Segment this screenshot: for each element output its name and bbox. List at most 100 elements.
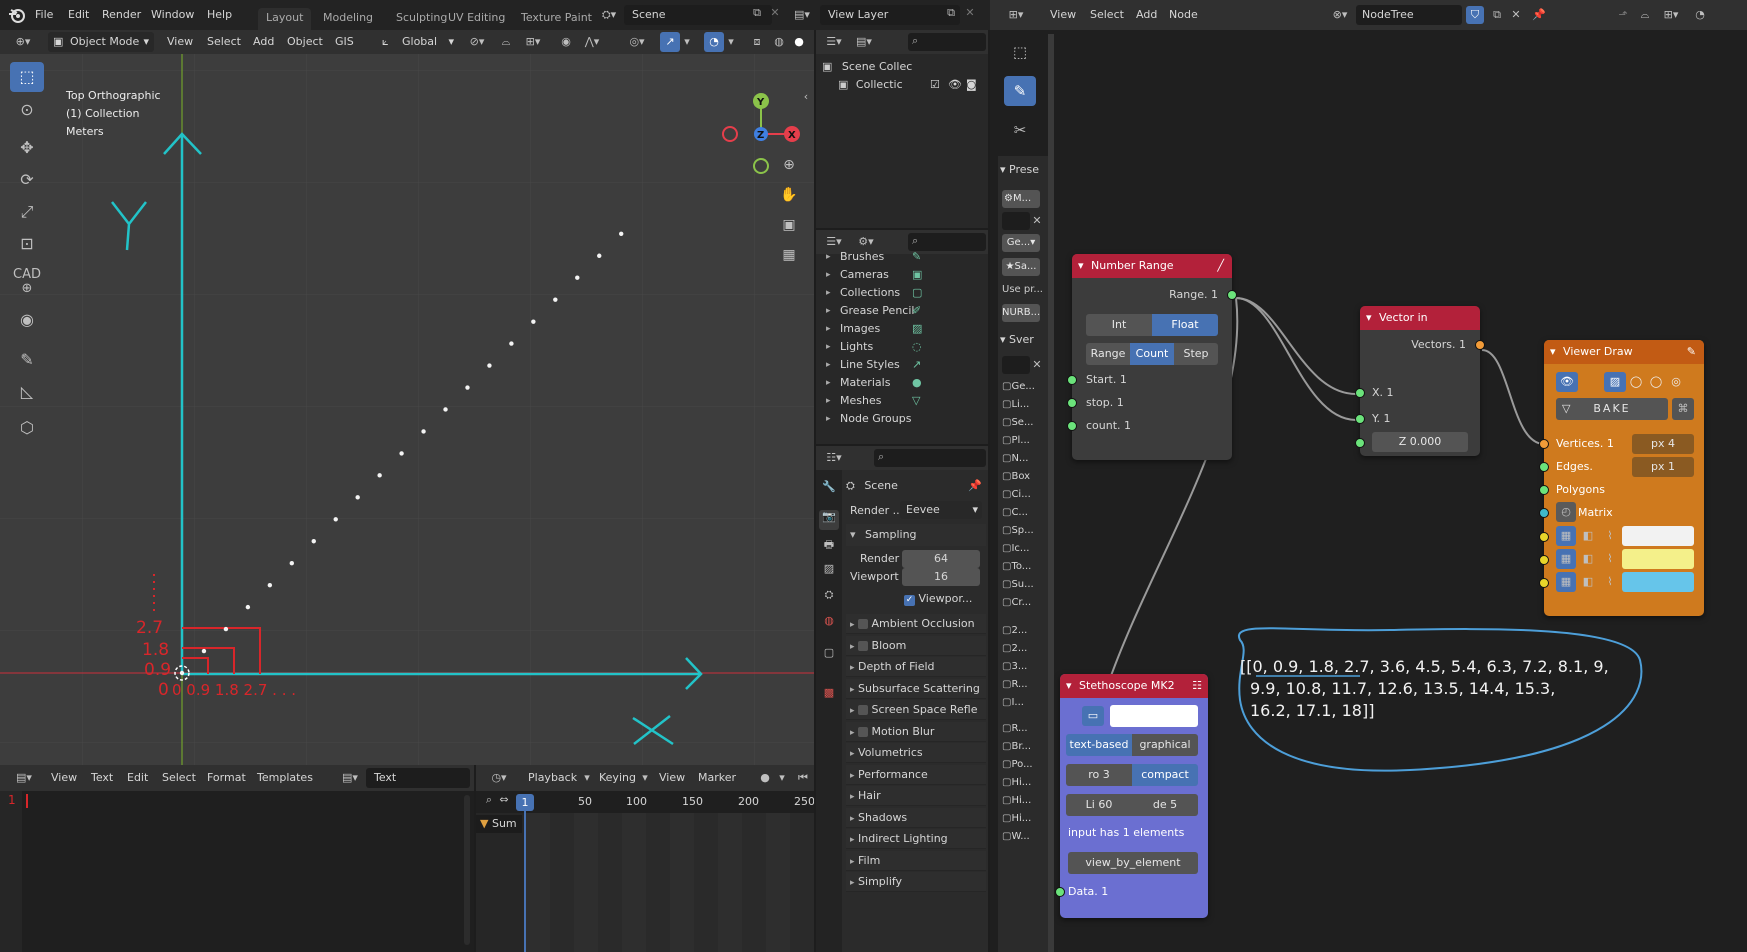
properties-section[interactable]: ▸ Volumetrics [846, 743, 986, 763]
mode-selector[interactable]: Object Mode ▾ ▣ [48, 32, 154, 52]
datablock-item[interactable]: ▸ Line Styles ↗ [816, 356, 988, 374]
gizmo-toggle-icon[interactable]: ↗ [660, 32, 680, 52]
vectors-output-socket[interactable] [1475, 340, 1485, 350]
step-toggle[interactable]: Step [1174, 343, 1218, 365]
expand-arrow-icon[interactable]: ▸ [826, 266, 831, 284]
record-icon[interactable]: ● [756, 768, 774, 788]
scale-icon[interactable]: ⤢ [10, 198, 44, 226]
poly-color-socket[interactable] [1539, 578, 1549, 588]
expand-arrow-icon[interactable]: ▸ [826, 338, 831, 356]
add-cube-icon[interactable]: ⬡ [10, 414, 44, 442]
region-toggle-icon[interactable]: ‹ [800, 90, 812, 106]
datablock-item[interactable]: ▸ Images ▨ [816, 320, 988, 338]
node-number-range[interactable]: ▾ Number Range ╱ Range. 1 Int Float Rang… [1067, 254, 1237, 460]
pin-icon[interactable]: 📌 [968, 476, 982, 496]
expand-arrow-icon[interactable]: ▸ [826, 392, 831, 410]
rotate-icon[interactable]: ⟳ [10, 166, 44, 194]
properties-section[interactable]: ▸ Shadows [846, 807, 986, 828]
measure-icon[interactable]: ◺ [10, 378, 44, 406]
datablock-item[interactable]: ▸ Lights ◌ [816, 338, 988, 356]
edit-pencil-icon[interactable]: ✎ [1687, 340, 1696, 364]
text-editor-type-icon[interactable]: ▤▾ [10, 768, 38, 788]
datablock-item[interactable]: ▸ Node Groups [816, 410, 988, 428]
close-view-layer-icon[interactable]: ✕ [963, 6, 977, 24]
edges-input-socket[interactable] [1539, 462, 1549, 472]
node-number-range-header[interactable]: ▾ Number Range ╱ [1072, 254, 1232, 278]
viewport-menu-add[interactable]: Add [253, 30, 274, 54]
bake-button[interactable]: ▽ BAKE [1556, 398, 1668, 420]
blender-logo-icon[interactable] [8, 6, 26, 24]
grid-view-icon[interactable]: ▦ [778, 244, 800, 266]
view-by-element-button[interactable]: view_by_element [1068, 852, 1198, 874]
timeline-search-icon[interactable]: ⌕ [482, 793, 496, 811]
outliner-collection[interactable]: ▣ Collectic ☑ 👁 ◙ [838, 76, 988, 94]
poly-color-swatch[interactable] [1622, 572, 1694, 592]
menu-window[interactable]: Window [151, 0, 194, 30]
depth-field[interactable]: de 5 [1132, 794, 1198, 816]
annotate-icon[interactable]: ✎ [10, 346, 44, 374]
section-checkbox[interactable] [858, 619, 869, 629]
viewport-samples-field[interactable]: 16 [902, 568, 980, 586]
properties-section[interactable]: ▸ Screen Space Refle [846, 700, 986, 720]
viewport-area[interactable]: ⊕▾ Object Mode ▾ ▣ View Select Add Object… [0, 30, 814, 765]
y-input-socket[interactable] [1355, 414, 1365, 424]
edge-color-swatch[interactable] [1622, 549, 1694, 569]
properties-search[interactable]: ⌕ [874, 449, 986, 467]
text-datablock-icon[interactable]: ▤▾ [336, 768, 364, 788]
polygons-input-socket[interactable] [1539, 485, 1549, 495]
tab-modeling[interactable]: Modeling [315, 8, 381, 30]
render-tab-icon[interactable]: 📷 [819, 510, 839, 530]
expand-arrow-icon[interactable]: ▸ [826, 320, 831, 338]
select-box-icon[interactable]: ⬚ [10, 62, 44, 92]
rounding-field[interactable]: ro 3 [1066, 764, 1132, 786]
edge-color-socket[interactable] [1539, 555, 1549, 565]
timeline-menu-marker[interactable]: Marker [698, 765, 736, 791]
collapse-icon[interactable]: ▾ [1366, 311, 1372, 324]
tab-uv-editing[interactable]: UV Editing [440, 8, 513, 30]
range-output-socket[interactable] [1227, 290, 1237, 300]
cad-icon[interactable]: CAD ⊕ [10, 266, 44, 298]
section-checkbox[interactable] [858, 726, 869, 737]
timeline-menu-playback[interactable]: Playback [528, 765, 577, 791]
vert-color-toggle-icon[interactable]: ◧ [1578, 526, 1598, 546]
properties-section[interactable]: ▸ Simplify [846, 872, 986, 892]
text-menu-view[interactable]: View [51, 765, 77, 791]
properties-area[interactable]: ☷▾ ⌕ 🔧 📷 🖶 ▨ ⛭ ◍ ▢ ▩ ⛭ Scene 📌 Render ..… [816, 446, 988, 952]
menu-render[interactable]: Render [102, 0, 141, 30]
expand-arrow-icon[interactable]: ▸ [826, 284, 831, 302]
node-viewer-draw-header[interactable]: ▾ Viewer Draw ✎ [1544, 340, 1704, 364]
timeline-type-icon[interactable]: ◷▾ [486, 768, 512, 788]
view-layer-icon[interactable]: ▤▾ [790, 5, 814, 25]
tool-settings-tab-icon[interactable]: 🔧 [819, 480, 839, 500]
properties-section[interactable]: ▸ Film [846, 850, 986, 871]
section-checkbox[interactable] [858, 640, 869, 651]
properties-section[interactable]: ▸ Bloom [846, 635, 986, 656]
snap-icon[interactable]: ⌓ [496, 32, 516, 52]
text-editor-area[interactable]: ▤▾ View Text Edit Select Format Template… [0, 765, 474, 952]
collapse-icon[interactable]: ▾ [1550, 345, 1556, 358]
collapse-icon[interactable]: ▾ [1066, 679, 1072, 692]
datablock-item[interactable]: ▸ Cameras ▣ [816, 266, 988, 284]
options-icon[interactable]: ☷ [1192, 674, 1202, 698]
stethoscope-color-field[interactable] [1110, 705, 1198, 727]
new-view-layer-icon[interactable]: ⧉ [942, 6, 960, 24]
text-based-toggle[interactable]: text-based [1066, 734, 1132, 756]
viewer-solid-icon[interactable]: ◯ [1646, 372, 1666, 392]
stop-input-socket[interactable] [1067, 398, 1077, 408]
visibility-icon[interactable]: ◎▾ [624, 32, 650, 52]
datablock-item[interactable]: ▸ Meshes ▽ [816, 392, 988, 410]
viewport-denoise-checkbox[interactable]: ✓ Viewpor... [904, 592, 972, 606]
scene-tab-icon[interactable]: ⛭ [819, 588, 839, 608]
vert-color-mode-icon[interactable]: ▦ [1556, 526, 1576, 546]
count-toggle[interactable]: Count [1130, 343, 1174, 365]
orientation-selector[interactable]: ⟀ Global ▾ [380, 32, 456, 52]
text-menu-text[interactable]: Text [91, 765, 113, 791]
zoom-icon[interactable]: ⊕ [778, 154, 800, 176]
stethoscope-display-icon[interactable]: ▭ [1082, 706, 1104, 726]
sampling-panel-header[interactable]: ▾ Sampling [846, 524, 986, 546]
viewer-wire-icon[interactable]: ◯ [1626, 372, 1646, 392]
range-toggle[interactable]: Range [1086, 343, 1130, 365]
vert-color-socket[interactable] [1539, 532, 1549, 542]
outliner-type-icon[interactable]: ☰▾ [820, 32, 848, 52]
int-toggle[interactable]: Int [1086, 314, 1152, 336]
